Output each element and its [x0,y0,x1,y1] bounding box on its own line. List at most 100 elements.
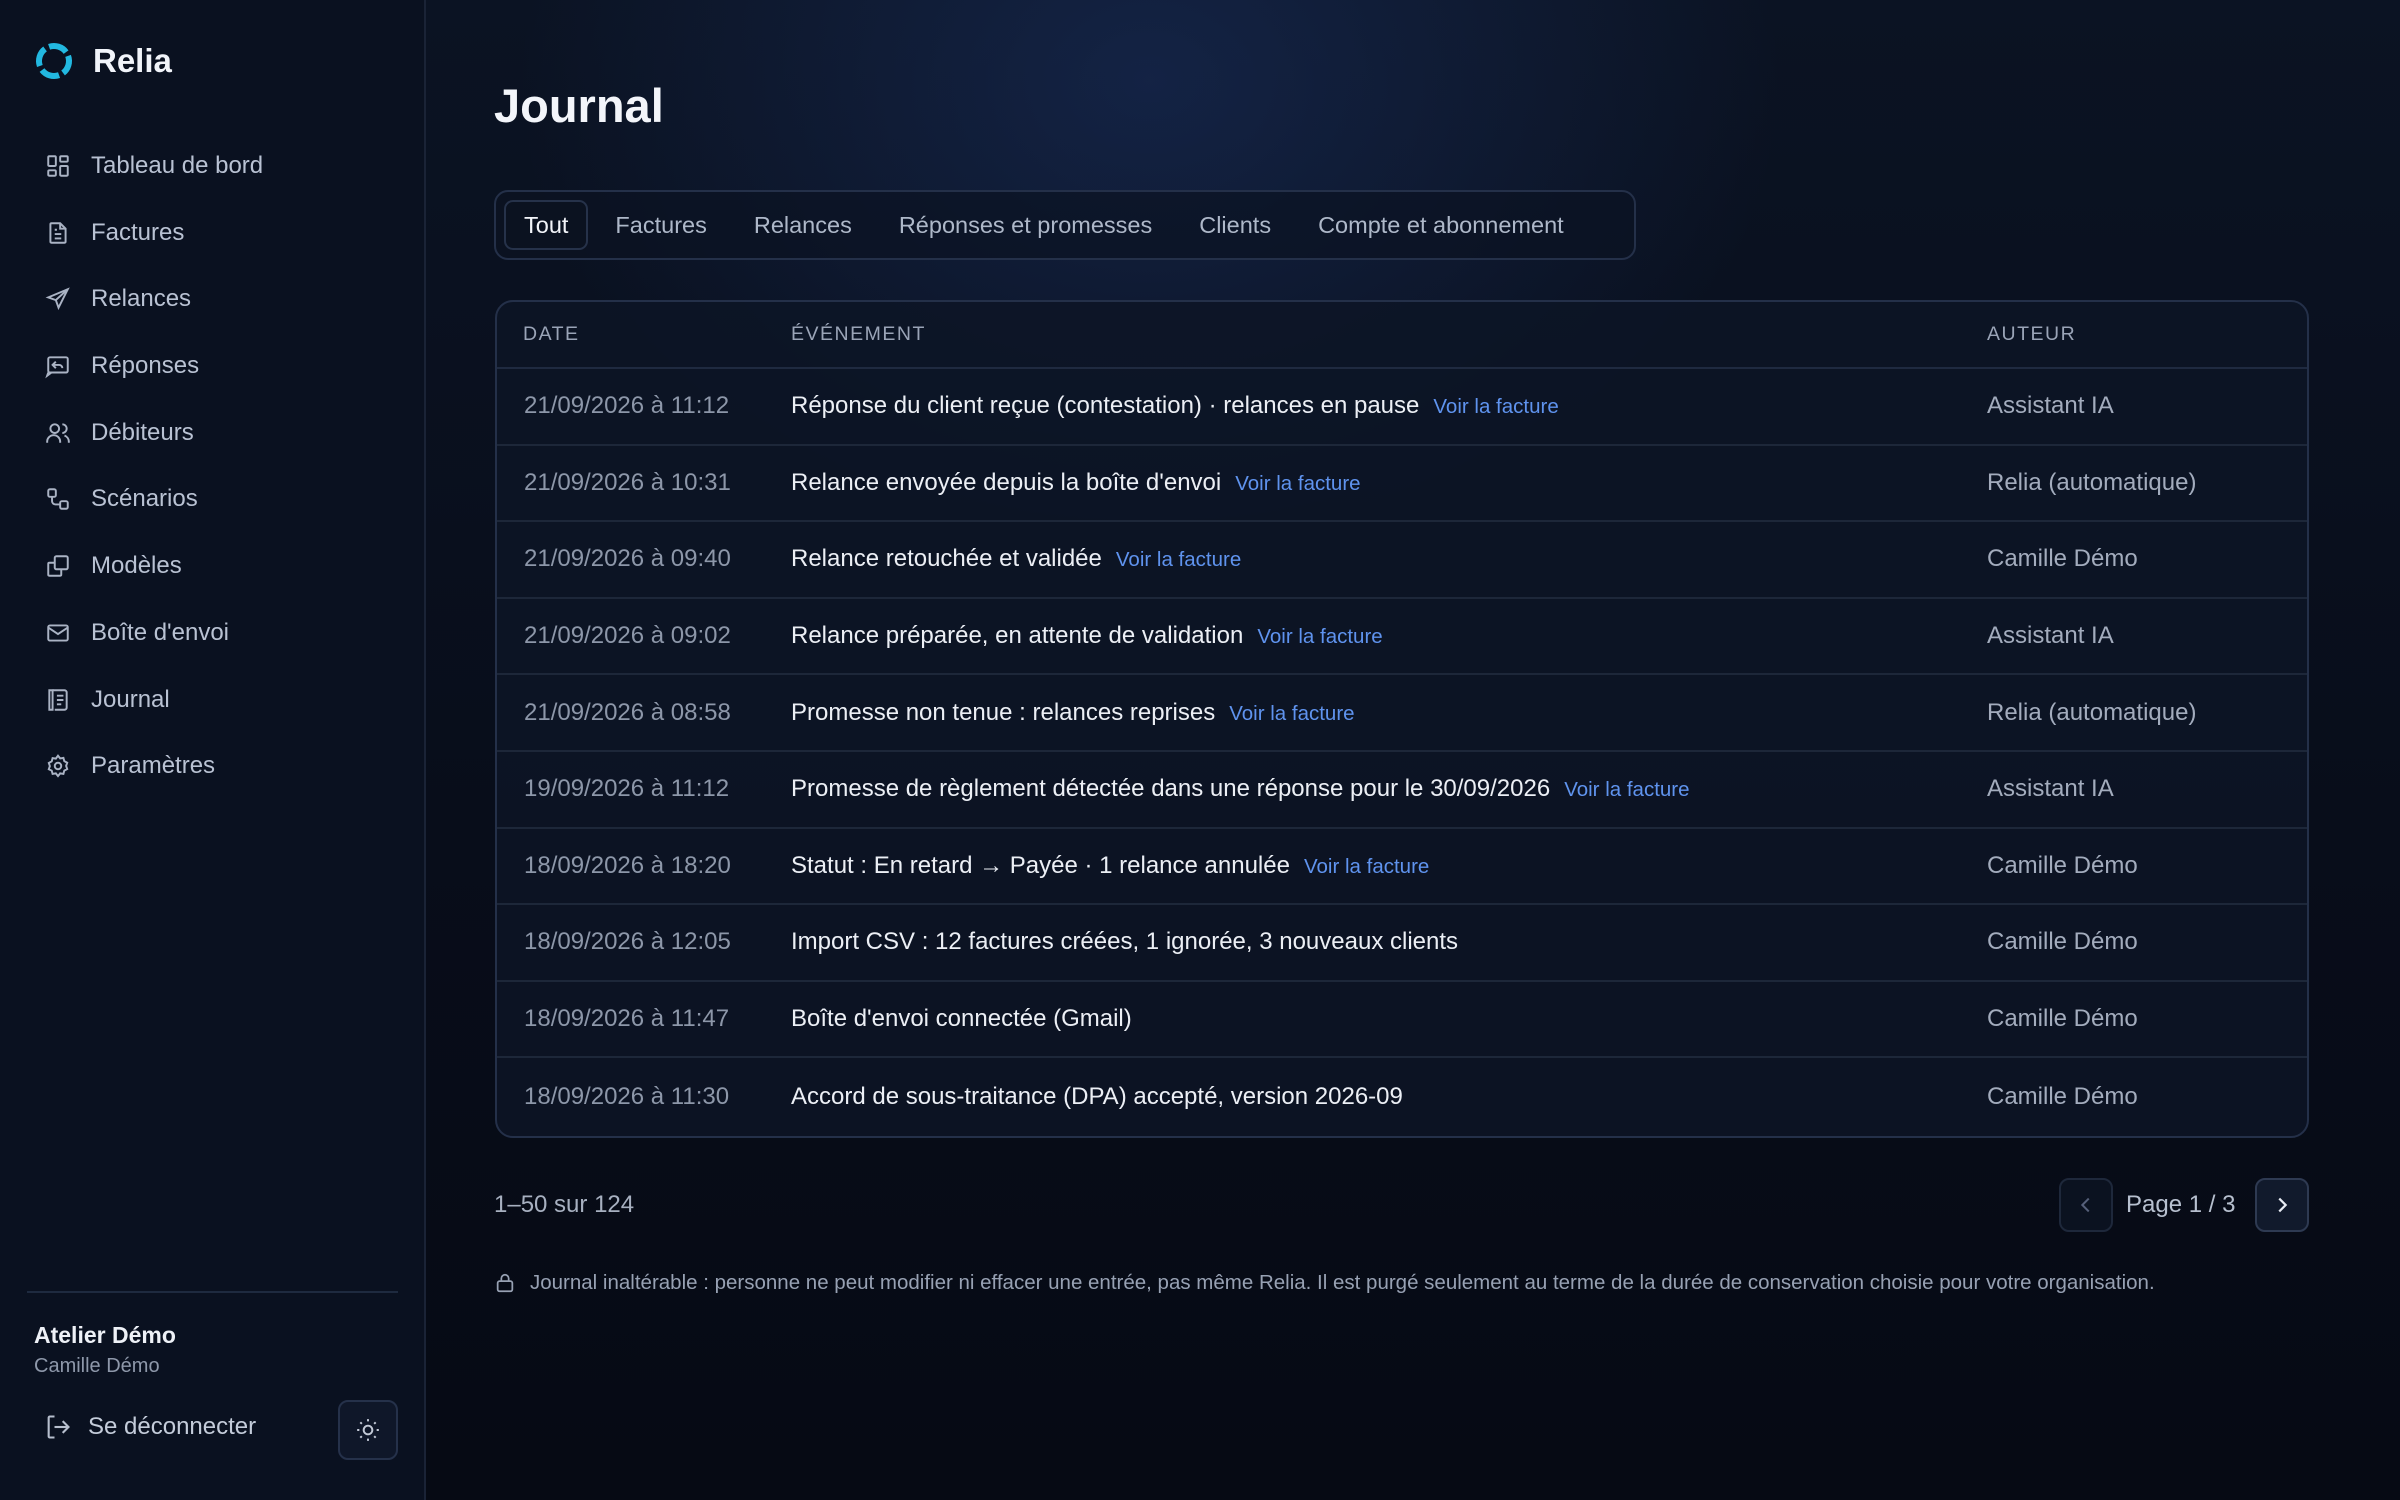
chevron-left-icon [2080,1197,2090,1213]
user-name: Camille Démo [34,1355,160,1377]
row-event-text: Relance retouchée et validée [791,545,1102,573]
page-title: Journal [494,79,664,132]
organization-name: Atelier Démo [34,1322,176,1348]
row-event: Promesse de règlement détectée dans une … [791,775,1987,803]
immutability-notice: Journal inaltérable : personne ne peut m… [494,1271,2155,1295]
sidebar-item-outbox[interactable]: Boîte d'envoi [27,603,397,663]
row-event-text: Statut : En retard → Payée · 1 relance a… [791,851,1290,879]
row-date: 18/09/2026 à 12:05 [524,928,731,956]
brand[interactable]: Relia [33,40,172,82]
row-date: 19/09/2026 à 11:12 [524,775,730,803]
mail-icon [47,624,69,642]
view-invoice-link[interactable]: Voir la facture [1229,702,1354,726]
filter-tabs: Tout Factures Relances Réponses et prome… [494,190,1636,260]
log-icon [48,688,68,711]
row-author: Camille Démo [1987,1082,2138,1110]
view-invoice-link[interactable]: Voir la facture [1257,625,1382,649]
row-author: Relia (automatique) [1987,468,2197,496]
sidebar-item-label: Réponses [91,352,200,380]
view-invoice-link[interactable]: Voir la facture [1304,855,1429,879]
view-invoice-link[interactable]: Voir la facture [1564,778,1689,802]
row-date: 21/09/2026 à 09:02 [524,622,731,650]
row-author: Assistant IA [1987,622,2114,650]
sidebar-item-journal[interactable]: Journal [27,670,397,730]
theme-toggle-button[interactable] [338,1400,398,1460]
tab-reminders[interactable]: Relances [734,200,872,250]
journal-table: DATE ÉVÉNEMENT AUTEUR 21/09/2026 à 11:12… [495,300,2309,1138]
row-event-text: Accord de sous-traitance (DPA) accepté, … [791,1082,1403,1110]
row-author: Camille Démo [1987,545,2138,573]
sidebar-item-dashboard[interactable]: Tableau de bord [27,136,397,196]
row-date: 21/09/2026 à 11:12 [524,392,730,420]
row-event-text: Boîte d'envoi connectée (Gmail) [791,1005,1132,1033]
row-event: Promesse non tenue : relances reprises Vo… [791,699,1987,727]
tab-responses-promises[interactable]: Réponses et promesses [879,200,1172,250]
tab-account-subscription[interactable]: Compte et abonnement [1298,200,1584,250]
row-date: 21/09/2026 à 08:58 [524,698,731,726]
send-icon [45,287,70,311]
table-body: 21/09/2026 à 11:12 Réponse du client reçu… [497,369,2307,1135]
column-header-event: ÉVÉNEMENT [791,323,926,345]
sidebar-nav: Tableau de bord Factures Relances Répons… [27,136,397,803]
table-row: 21/09/2026 à 10:31 Relance envoyée depuis… [497,446,2307,523]
view-invoice-link[interactable]: Voir la facture [1116,548,1241,572]
table-row: 18/09/2026 à 11:30 Accord de sous-traitan… [497,1058,2307,1135]
sun-icon [357,1419,379,1441]
view-invoice-link[interactable]: Voir la facture [1433,395,1558,419]
invoice-icon [49,221,67,244]
sidebar: Relia Tableau de bord Factures Relances … [0,0,426,1500]
gear-icon [47,754,69,778]
sidebar-item-reminders[interactable]: Relances [27,269,397,329]
sidebar-item-label: Modèles [91,552,182,580]
row-event-text: Promesse non tenue : relances reprises [791,698,1216,726]
column-header-date: DATE [523,323,580,345]
next-page-button[interactable] [2255,1178,2309,1232]
templates-icon [47,555,69,577]
tab-invoices[interactable]: Factures [595,200,726,250]
logout-button[interactable]: Se déconnecter [44,1413,256,1441]
row-event: Statut : En retard → Payée · 1 relance a… [791,852,1987,880]
row-date: 18/09/2026 à 18:20 [524,851,731,879]
row-author: Assistant IA [1987,392,2114,420]
row-author: Relia (automatique) [1987,698,2197,726]
sidebar-item-responses[interactable]: Réponses [27,336,397,396]
row-author: Camille Démo [1987,1005,2138,1033]
tab-clients[interactable]: Clients [1179,200,1291,250]
lock-icon [496,1273,514,1293]
sidebar-item-settings[interactable]: Paramètres [27,736,397,796]
sidebar-item-scenarios[interactable]: Scénarios [27,469,397,529]
row-event: Accord de sous-traitance (DPA) accepté, … [791,1083,1987,1111]
row-author: Assistant IA [1987,775,2114,803]
row-date: 18/09/2026 à 11:47 [524,1005,730,1033]
row-event: Réponse du client reçue (contestation) ·… [791,392,1987,420]
reply-icon [45,356,69,379]
row-date: 18/09/2026 à 11:30 [524,1082,730,1110]
table-row: 21/09/2026 à 09:40 Relance retouchée et v… [497,522,2307,599]
table-row: 19/09/2026 à 11:12 Promesse de règlement … [497,752,2307,829]
sidebar-item-label: Paramètres [91,752,216,780]
sidebar-item-templates[interactable]: Modèles [27,536,397,596]
notice-text: Journal inaltérable : personne ne peut m… [530,1271,2155,1294]
table-row: 21/09/2026 à 11:12 Réponse du client reçu… [497,369,2307,446]
sidebar-item-label: Tableau de bord [91,152,264,179]
row-event-text: Promesse de règlement détectée dans une … [791,775,1551,803]
column-header-author: AUTEUR [1987,323,2077,345]
row-event-text: Relance envoyée depuis la boîte d'envoi [791,468,1222,496]
sidebar-item-debtors[interactable]: Débiteurs [27,403,397,463]
sidebar-item-label: Boîte d'envoi [91,618,230,646]
sidebar-item-label: Journal [91,685,170,713]
view-invoice-link[interactable]: Voir la facture [1235,472,1360,496]
tab-all[interactable]: Tout [504,200,589,250]
logout-label: Se déconnecter [88,1413,257,1440]
row-author: Camille Démo [1987,928,2138,956]
logout-icon [47,1415,70,1439]
sidebar-divider [27,1291,398,1293]
row-event-text: Relance préparée, en attente de validati… [791,622,1244,650]
app-name: Relia [93,42,172,79]
sidebar-item-invoices[interactable]: Factures [27,203,397,263]
previous-page-button[interactable] [2059,1178,2113,1232]
users-icon [46,423,70,443]
sidebar-item-label: Débiteurs [91,418,194,446]
table-row: 18/09/2026 à 11:47 Boîte d'envoi connecté… [497,982,2307,1059]
dashboard-icon [47,155,69,177]
